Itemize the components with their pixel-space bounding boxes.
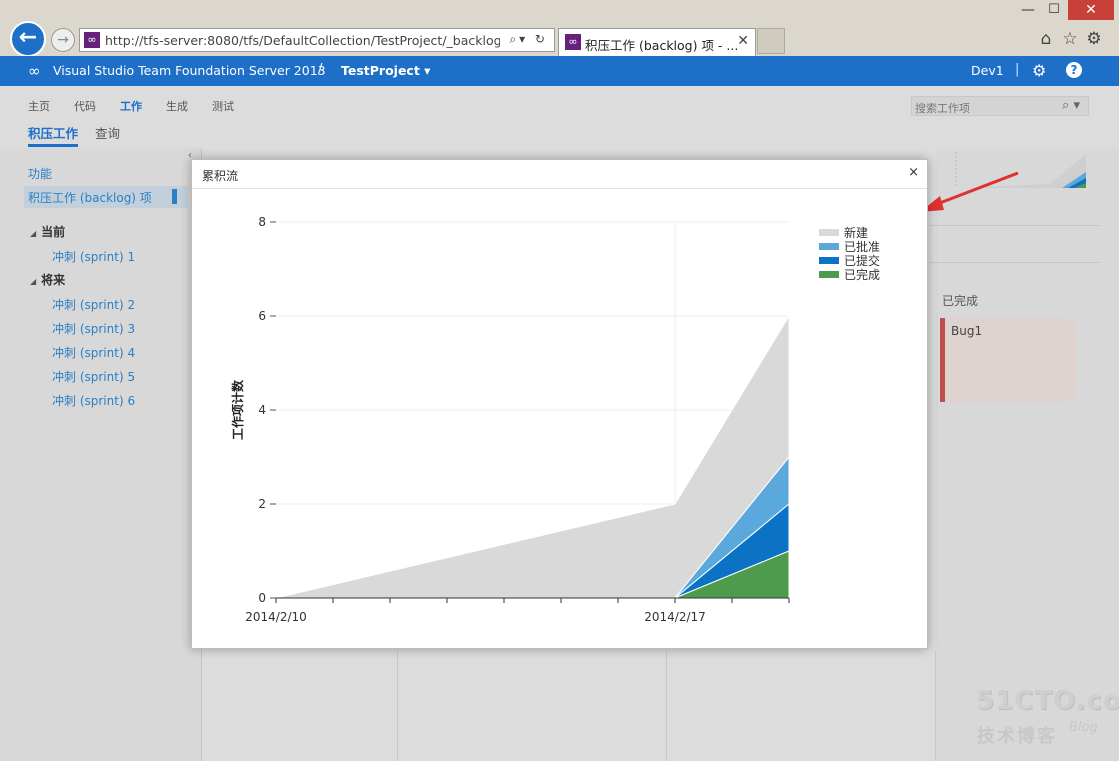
selection-marker: [172, 189, 177, 204]
divider: [930, 262, 1100, 263]
forward-arrow-icon[interactable]: →: [51, 28, 75, 52]
y-tick-label: 4: [258, 403, 266, 417]
watermark-text: 技术博客: [977, 726, 1057, 747]
product-name[interactable]: Visual Studio Team Foundation Server 201…: [53, 63, 326, 78]
work-item-card[interactable]: Bug1: [940, 318, 1076, 402]
sidebar-item-sprint-4[interactable]: 冲刺 (sprint) 4: [52, 344, 135, 361]
sidebar-item-sprint-2[interactable]: 冲刺 (sprint) 2: [52, 296, 135, 313]
red-arrow-annotation: [920, 171, 1019, 212]
breadcrumb-separator: /: [318, 62, 323, 77]
header-divider: |: [1015, 62, 1020, 77]
address-actions-icon[interactable]: ⌕▾ ↻: [509, 32, 548, 47]
vs-favicon-icon: ∞: [84, 32, 100, 48]
divider: [930, 225, 1100, 226]
sidebar-group-current[interactable]: ◢ 当前: [30, 223, 65, 240]
y-tick-label: 0: [258, 591, 266, 605]
y-tick-label: 8: [258, 215, 266, 229]
legend-swatch: [819, 271, 839, 278]
new-tab-button[interactable]: [757, 28, 785, 54]
nav-test[interactable]: 测试: [212, 98, 234, 114]
maximize-icon[interactable]: ☐: [1042, 2, 1066, 20]
collapse-triangle-icon: ◢: [30, 277, 37, 286]
tab-title[interactable]: 积压工作 (backlog) 项 - ...: [585, 35, 738, 54]
address-bar[interactable]: ∞ http://tfs-server:8080/tfs/DefaultColl…: [79, 28, 555, 52]
column-divider: [666, 650, 667, 761]
sidebar-item-sprint-6[interactable]: 冲刺 (sprint) 6: [52, 392, 135, 409]
search-placeholder: 搜索工作项: [915, 102, 970, 115]
close-icon[interactable]: ×: [908, 165, 919, 180]
nav-code[interactable]: 代码: [74, 98, 96, 114]
help-icon[interactable]: ?: [1066, 62, 1082, 78]
tab-queries[interactable]: 查询: [95, 123, 120, 142]
x-tick-label: 2014/2/10: [245, 610, 307, 624]
card-title[interactable]: Bug1: [951, 324, 982, 338]
legend-swatch: [819, 257, 839, 264]
tfs-header: ∞ Visual Studio Team Foundation Server 2…: [0, 56, 1119, 86]
home-icon[interactable]: ⌂: [1036, 29, 1056, 49]
dialog-titlebar: 累积流 ×: [192, 160, 927, 189]
settings-gear-icon[interactable]: ⚙: [1032, 61, 1046, 80]
cumulative-flow-chart: 0 2 4 6 8 2014/2/10 2014/2/17 工作项计数: [230, 215, 790, 624]
window-close-icon[interactable]: ✕: [1068, 0, 1114, 20]
column-divider: [397, 650, 398, 761]
watermark-blog: Blog: [1069, 720, 1098, 735]
minimize-icon[interactable]: —: [1016, 2, 1040, 20]
star-icon[interactable]: ☆: [1060, 29, 1080, 49]
sidebar-item-sprint-1[interactable]: 冲刺 (sprint) 1: [52, 248, 135, 265]
y-tick-label: 6: [258, 309, 266, 323]
tab-close-icon[interactable]: ✕: [737, 33, 749, 49]
legend-label: 已完成: [844, 268, 881, 282]
column-divider: [935, 650, 936, 761]
nav-work[interactable]: 工作: [120, 98, 142, 114]
search-input[interactable]: 搜索工作项 ⌕ ▾: [911, 96, 1089, 116]
sidebar-item-features[interactable]: 功能: [28, 165, 52, 182]
group-label: 当前: [41, 225, 66, 239]
vs-favicon-icon: ∞: [565, 34, 581, 50]
legend-swatch: [819, 229, 839, 236]
gear-icon[interactable]: ⚙: [1084, 29, 1104, 49]
search-icon[interactable]: ⌕ ▾: [1062, 98, 1080, 113]
dialog-title: 累积流: [202, 169, 239, 183]
legend-swatch: [819, 243, 839, 250]
user-name[interactable]: Dev1: [971, 63, 1004, 78]
address-url[interactable]: http://tfs-server:8080/tfs/DefaultCollec…: [105, 33, 500, 48]
group-label: 将来: [41, 273, 66, 287]
board-done-column: [936, 148, 1119, 761]
sidebar-group-future[interactable]: ◢ 将来: [30, 271, 65, 288]
back-arrow-icon[interactable]: ←: [10, 21, 46, 57]
collapse-triangle-icon: ◢: [30, 229, 37, 238]
y-axis-label: 工作项计数: [230, 379, 245, 440]
nav-home[interactable]: 主页: [28, 98, 50, 114]
x-tick-label: 2014/2/17: [644, 610, 706, 624]
sidebar-item-sprint-3[interactable]: 冲刺 (sprint) 3: [52, 320, 135, 337]
column-header-done: 已完成: [942, 294, 979, 308]
nav-build[interactable]: 生成: [166, 98, 188, 114]
sidebar-item-sprint-5[interactable]: 冲刺 (sprint) 5: [52, 368, 135, 385]
y-tick-label: 2: [258, 497, 266, 511]
browser-tab[interactable]: ∞ 积压工作 (backlog) 项 - ... ✕: [558, 28, 756, 56]
sidebar-item-backlog[interactable]: 积压工作 (backlog) 项: [24, 186, 188, 208]
tab-backlog[interactable]: 积压工作: [28, 123, 79, 147]
sidebar-item-label: 积压工作 (backlog) 项: [28, 191, 152, 205]
watermark-logo: 51CTO.com: [976, 686, 1119, 716]
cumulative-flow-dialog: 累积流 × 0 2 4 6 8 2014/2/10 2014/2/17 工作项计数 新建 已批准…: [191, 159, 928, 649]
project-selector[interactable]: TestProject ▾: [341, 63, 430, 78]
vs-logo-icon: ∞: [28, 62, 41, 80]
